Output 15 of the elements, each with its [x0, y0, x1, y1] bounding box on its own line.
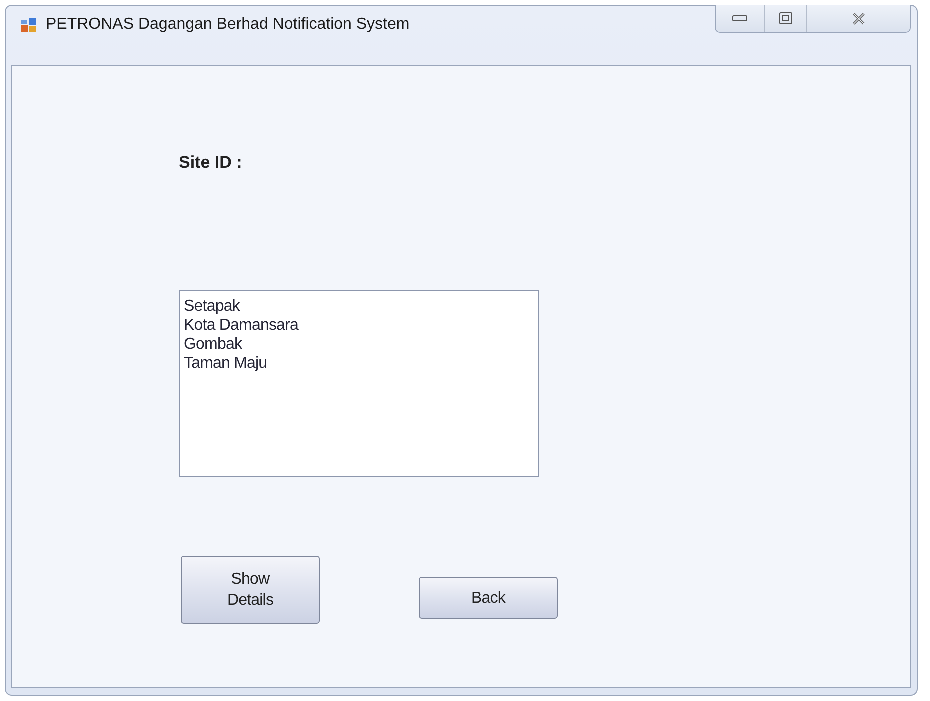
close-icon	[852, 12, 866, 24]
app-icon	[21, 18, 36, 33]
site-list[interactable]: Setapak Kota Damansara Gombak Taman Maju	[179, 290, 539, 477]
maximize-button[interactable]	[764, 5, 806, 32]
minimize-icon	[732, 14, 748, 22]
show-details-button[interactable]: Show Details	[181, 556, 320, 624]
list-item[interactable]: Setapak	[184, 297, 240, 316]
back-button[interactable]: Back	[419, 577, 558, 619]
list-item[interactable]: Kota Damansara	[184, 316, 298, 335]
minimize-button[interactable]	[716, 5, 764, 32]
list-item[interactable]: Taman Maju	[184, 354, 268, 373]
maximize-icon	[778, 12, 792, 25]
window-title: PETRONAS Dagangan Berhad Notification System	[46, 16, 411, 34]
list-item[interactable]: Gombak	[184, 335, 242, 354]
site-id-label: Site ID :	[179, 153, 244, 173]
